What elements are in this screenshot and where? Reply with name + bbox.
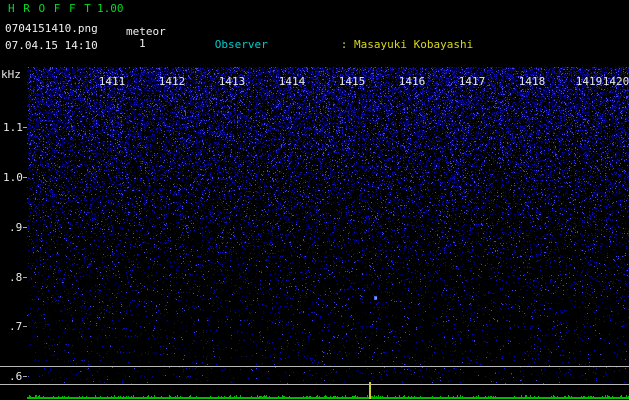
freq-tick-mark bbox=[23, 177, 27, 178]
info-label: Observer bbox=[214, 37, 268, 51]
mode-label: meteor bbox=[126, 25, 166, 38]
meteor-spike bbox=[369, 382, 371, 399]
time-tick-label: 1419 bbox=[575, 75, 603, 88]
freq-tick-mark bbox=[23, 277, 27, 278]
freq-tick-label: .6 bbox=[9, 370, 23, 383]
meter-separator-line-top bbox=[0, 366, 629, 367]
freq-tick-mark bbox=[23, 376, 27, 377]
time-tick-label: 1420 bbox=[602, 75, 629, 88]
freq-unit-label: kHz bbox=[1, 68, 21, 81]
spectrogram-canvas bbox=[27, 67, 629, 385]
time-tick-label: 1412 bbox=[158, 75, 186, 88]
freq-tick-mark bbox=[23, 227, 27, 228]
meter-separator-line-bottom bbox=[0, 384, 629, 385]
freq-tick-label: .9 bbox=[9, 221, 23, 234]
freq-tick-mark bbox=[23, 127, 27, 128]
freq-tick-label: .7 bbox=[9, 320, 23, 333]
time-tick-label: 1418 bbox=[518, 75, 546, 88]
output-filename: 0704151410.png bbox=[5, 22, 98, 35]
freq-tick-label: .8 bbox=[9, 271, 23, 284]
app-title: H R O F F T bbox=[8, 2, 92, 15]
time-tick-label: 1417 bbox=[458, 75, 486, 88]
freq-tick-label: 1.0 bbox=[3, 171, 23, 184]
info-row: Observer : Masayuki Kobayashi bbox=[175, 27, 629, 50]
freq-tick-mark bbox=[23, 326, 27, 327]
meteor-count: 1 bbox=[139, 37, 146, 50]
time-tick-label: 1416 bbox=[398, 75, 426, 88]
signal-meter-canvas bbox=[27, 386, 629, 400]
time-tick-label: 1415 bbox=[338, 75, 366, 88]
time-tick-label: 1411 bbox=[98, 75, 126, 88]
app-version: 1.00 bbox=[97, 2, 124, 15]
datetime: 07.04.15 14:10 bbox=[5, 39, 98, 52]
freq-tick-label: 1.1 bbox=[3, 121, 23, 134]
info-value: : Masayuki Kobayashi bbox=[340, 37, 474, 51]
time-tick-label: 1414 bbox=[278, 75, 306, 88]
hrofft-screen: H R O F F T 1.00 0704151410.png meteor 1… bbox=[0, 0, 629, 400]
time-tick-label: 1413 bbox=[218, 75, 246, 88]
